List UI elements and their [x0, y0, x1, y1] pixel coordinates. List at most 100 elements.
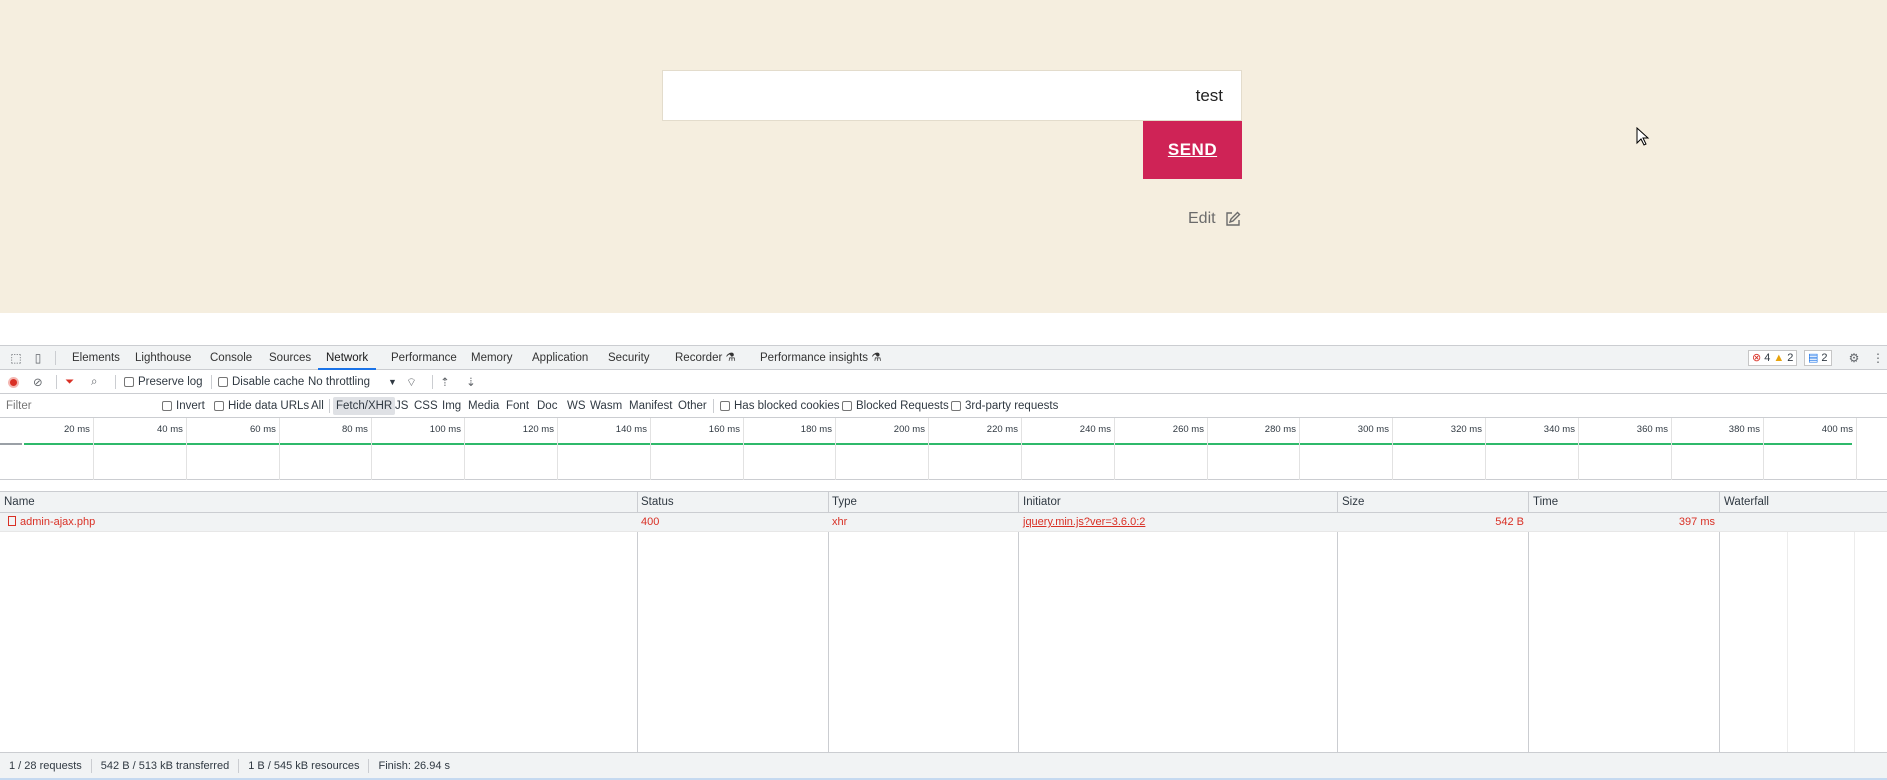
- tab-recorder[interactable]: Recorder ⚗: [675, 346, 736, 370]
- overview-gridline: [1856, 418, 1857, 480]
- has-blocked-cookies-box[interactable]: [720, 401, 730, 411]
- overview-gridline: [1392, 418, 1393, 480]
- throttling-select[interactable]: No throttling ▼: [308, 370, 397, 394]
- filter-type-media[interactable]: Media: [465, 397, 502, 415]
- overview-gridline: [279, 418, 280, 480]
- blocked-requests-box[interactable]: [842, 401, 852, 411]
- column-divider: [1337, 491, 1338, 769]
- export-har-icon[interactable]: ⇣: [466, 370, 476, 394]
- tab-lighthouse[interactable]: Lighthouse: [135, 346, 191, 370]
- request-status: 400: [641, 516, 660, 528]
- tab-memory[interactable]: Memory: [471, 346, 513, 370]
- chevron-down-icon: ▼: [388, 377, 397, 387]
- filter-type-font[interactable]: Font: [503, 397, 532, 415]
- inspect-element-icon[interactable]: ⬚: [8, 350, 24, 366]
- preserve-log-checkbox[interactable]: Preserve log: [124, 370, 203, 394]
- overview-tick-label: 100 ms: [429, 424, 461, 435]
- column-name[interactable]: Name: [0, 492, 35, 512]
- more-options-icon[interactable]: ⋮: [1870, 350, 1886, 366]
- tab-security[interactable]: Security: [608, 346, 650, 370]
- network-overview-timeline[interactable]: 20 ms 40 ms 60 ms 80 ms 100 ms 120 ms 140 ms 16…: [0, 418, 1887, 480]
- overview-gridline: [1299, 418, 1300, 480]
- column-type[interactable]: Type: [828, 492, 857, 512]
- column-initiator[interactable]: Initiator: [1019, 492, 1061, 512]
- filter-type-all[interactable]: All: [308, 397, 327, 415]
- disable-cache-label: Disable cache: [232, 376, 305, 388]
- overview-tick-label: 240 ms: [1079, 424, 1111, 435]
- hide-data-urls-checkbox[interactable]: Hide data URLs: [214, 394, 309, 418]
- invert-box[interactable]: [162, 401, 172, 411]
- overview-gridline: [1578, 418, 1579, 480]
- overview-tick-label: 360 ms: [1636, 424, 1668, 435]
- hide-data-urls-box[interactable]: [214, 401, 224, 411]
- has-blocked-cookies-checkbox[interactable]: Has blocked cookies: [720, 394, 839, 418]
- filter-type-fetch-xhr[interactable]: Fetch/XHR: [333, 397, 396, 415]
- overview-tick-label: 300 ms: [1357, 424, 1389, 435]
- page-whitespace: [0, 313, 1887, 345]
- filter-type-manifest[interactable]: Manifest: [626, 397, 675, 415]
- request-initiator-link[interactable]: jquery.min.js?ver=3.6.0:2: [1023, 513, 1145, 532]
- table-row[interactable]: admin-ajax.php 400 xhr jquery.min.js?ver…: [0, 513, 1887, 532]
- import-har-icon[interactable]: ⇡: [440, 370, 450, 394]
- overview-gridline: [1207, 418, 1208, 480]
- mouse-cursor-icon: [1636, 127, 1650, 146]
- overview-tick-label: 320 ms: [1450, 424, 1482, 435]
- filter-input[interactable]: [2, 397, 150, 414]
- message-input[interactable]: test: [662, 70, 1242, 121]
- blocked-requests-checkbox[interactable]: Blocked Requests: [842, 394, 949, 418]
- disable-cache-box[interactable]: [218, 377, 228, 387]
- tab-elements[interactable]: Elements: [72, 346, 120, 370]
- overview-grey-bar: [0, 443, 22, 445]
- error-count: 4: [1764, 352, 1771, 364]
- overview-gridline: [1485, 418, 1486, 480]
- tab-network[interactable]: Network: [318, 346, 377, 370]
- filter-type-doc[interactable]: Doc: [534, 397, 560, 415]
- third-party-box[interactable]: [951, 401, 961, 411]
- messages-badge[interactable]: ▤ 2: [1804, 350, 1832, 366]
- warning-icon: ▲: [1773, 352, 1785, 364]
- overview-tick-label: 120 ms: [522, 424, 554, 435]
- edit-link[interactable]: Edit: [1188, 210, 1242, 228]
- filter-type-other[interactable]: Other: [675, 397, 710, 415]
- tab-sources[interactable]: Sources: [269, 346, 311, 370]
- filter-type-img[interactable]: Img: [439, 397, 464, 415]
- device-toolbar-icon[interactable]: ▯: [30, 350, 46, 366]
- filter-type-wasm[interactable]: Wasm: [587, 397, 625, 415]
- overview-gridline: [1114, 418, 1115, 480]
- search-icon[interactable]: ⌕: [91, 370, 97, 394]
- waterfall-gridline: [1787, 513, 1788, 769]
- column-waterfall[interactable]: Waterfall: [1720, 492, 1769, 512]
- tab-console[interactable]: Console: [210, 346, 252, 370]
- send-button[interactable]: SEND: [1143, 121, 1242, 179]
- filter-type-ws[interactable]: WS: [564, 397, 589, 415]
- invert-checkbox[interactable]: Invert: [162, 394, 205, 418]
- tab-performance-insights[interactable]: Performance insights ⚗: [760, 346, 882, 370]
- column-status[interactable]: Status: [637, 492, 674, 512]
- filter-type-js[interactable]: JS: [392, 397, 411, 415]
- overview-gridline: [743, 418, 744, 480]
- overview-gridline: [1763, 418, 1764, 480]
- gear-icon[interactable]: ⚙: [1846, 350, 1862, 366]
- third-party-checkbox[interactable]: 3rd-party requests: [951, 394, 1058, 418]
- network-conditions-icon[interactable]: ⌔: [406, 370, 417, 394]
- column-time[interactable]: Time: [1529, 492, 1558, 512]
- filter-icon[interactable]: ⏷: [65, 370, 74, 394]
- preserve-log-box[interactable]: [124, 377, 134, 387]
- column-size[interactable]: Size: [1338, 492, 1364, 512]
- overview-gridline: [1021, 418, 1022, 480]
- overview-tick-label: 160 ms: [708, 424, 740, 435]
- filter-type-css[interactable]: CSS: [411, 397, 441, 415]
- disable-cache-checkbox[interactable]: Disable cache: [218, 370, 304, 394]
- third-party-label: 3rd-party requests: [965, 400, 1059, 412]
- record-icon[interactable]: [8, 376, 19, 388]
- tab-application[interactable]: Application: [532, 346, 588, 370]
- request-time: 397 ms: [1678, 516, 1715, 528]
- overview-tick-label: 380 ms: [1728, 424, 1760, 435]
- issues-badge[interactable]: ⊗ 4 ▲ 2: [1748, 350, 1798, 366]
- overview-tick-label: 20 ms: [64, 424, 90, 435]
- tab-performance[interactable]: Performance: [391, 346, 457, 370]
- clear-icon[interactable]: ⊘: [33, 370, 43, 394]
- finish-time: Finish: 26.94 s: [378, 759, 451, 772]
- request-name-cell[interactable]: admin-ajax.php: [8, 513, 95, 532]
- overview-gridline: [371, 418, 372, 480]
